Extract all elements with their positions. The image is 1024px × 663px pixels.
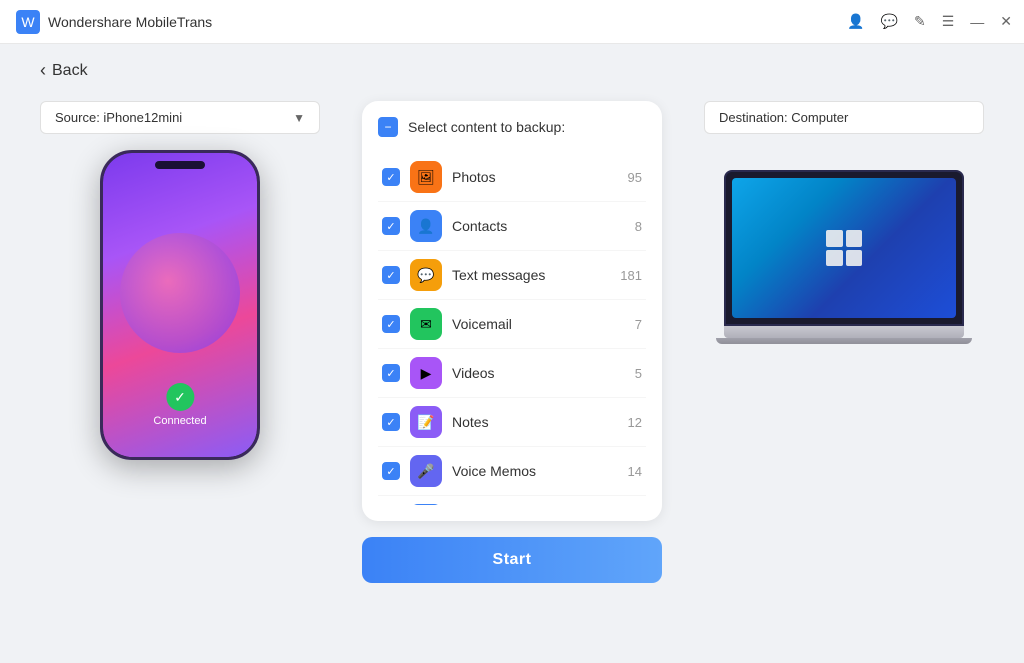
item-name: Notes	[452, 414, 618, 430]
item-icon: 🖼	[410, 161, 442, 193]
menu-icon[interactable]: ☰	[942, 13, 955, 30]
item-icon: 🎤	[410, 455, 442, 487]
item-name: Photos	[452, 169, 618, 185]
item-count: 12	[628, 415, 642, 430]
checkbox[interactable]: ✓	[382, 364, 400, 382]
connected-label: Connected	[153, 415, 206, 427]
svg-text:W: W	[21, 14, 35, 30]
item-count: 8	[635, 219, 642, 234]
item-icon: ✉	[410, 308, 442, 340]
laptop-screen	[732, 178, 956, 318]
checkbox[interactable]: ✓	[382, 217, 400, 235]
list-item[interactable]: ✓ 💬 Text messages 181	[378, 251, 646, 300]
list-item[interactable]: ✓ 👤 Contacts 8	[378, 202, 646, 251]
main-layout: Source: iPhone12mini ▼ ✓ Connected	[40, 101, 984, 638]
source-dropdown[interactable]: Source: iPhone12mini ▼	[40, 101, 320, 134]
item-name: Videos	[452, 365, 625, 381]
destination-label: Destination: Computer	[704, 101, 984, 134]
item-icon: 📝	[410, 406, 442, 438]
edit-icon[interactable]: ✎	[914, 13, 926, 30]
laptop-illustration	[724, 170, 964, 344]
checkbox[interactable]: ✓	[382, 266, 400, 284]
chat-icon[interactable]: 💬	[881, 13, 898, 30]
window-controls: 👤 💬 ✎ ☰ — ✕	[847, 13, 1012, 30]
win-quad-2	[846, 230, 863, 247]
laptop-bottom	[716, 338, 972, 344]
item-count: 95	[628, 170, 642, 185]
user-icon[interactable]: 👤	[847, 13, 864, 30]
win-quad-3	[826, 250, 843, 267]
connected-badge: ✓ Connected	[153, 383, 206, 427]
back-button[interactable]: ‹ Back	[40, 60, 984, 81]
laptop-screen-outer	[724, 170, 964, 326]
dropdown-arrow-icon: ▼	[293, 111, 305, 125]
source-label: Source: iPhone12mini	[55, 110, 182, 125]
phone-illustration: ✓ Connected	[100, 150, 260, 460]
windows-logo	[826, 230, 862, 266]
win-quad-4	[846, 250, 863, 267]
back-label: Back	[52, 62, 88, 80]
win-quad-1	[826, 230, 843, 247]
list-item[interactable]: ✓ ✉ Voicemail 7	[378, 300, 646, 349]
list-item[interactable]: 🚫Contact blacklist4	[378, 496, 646, 505]
content-card: − Select content to backup: ✓ 🖼 Photos 95 ✓ 👤…	[362, 101, 662, 521]
list-item[interactable]: ✓ ▶ Videos 5	[378, 349, 646, 398]
checkbox[interactable]: ✓	[382, 168, 400, 186]
item-icon: ▶	[410, 357, 442, 389]
close-icon[interactable]: ✕	[1000, 13, 1012, 30]
phone-wallpaper-circle	[120, 233, 240, 353]
content-list[interactable]: ✓🖼Photos95✓👤Contacts8✓💬Text messages181✓…	[378, 153, 646, 505]
checkbox[interactable]: ✓	[382, 315, 400, 333]
item-count: 14	[628, 464, 642, 479]
phone-container: ✓ Connected	[40, 150, 320, 460]
left-panel: Source: iPhone12mini ▼ ✓ Connected	[40, 101, 320, 460]
app-logo: W	[16, 10, 40, 34]
item-count: 181	[620, 268, 642, 283]
main-content: ‹ Back Source: iPhone12mini ▼ ✓ Connecte…	[0, 44, 1024, 663]
center-panel: − Select content to backup: ✓ 🖼 Photos 95 ✓ 👤…	[362, 101, 662, 583]
list-item[interactable]: ✓ 🖼 Photos 95	[378, 153, 646, 202]
app-title: Wondershare MobileTrans	[48, 14, 212, 30]
item-count: 5	[635, 366, 642, 381]
phone-notch	[155, 161, 205, 169]
checkbox[interactable]: ✓	[382, 413, 400, 431]
item-icon: 💬	[410, 259, 442, 291]
item-name: Text messages	[452, 267, 610, 283]
back-arrow-icon: ‹	[40, 60, 46, 81]
start-button[interactable]: Start	[362, 537, 662, 583]
item-name: Voicemail	[452, 316, 625, 332]
item-count: 7	[635, 317, 642, 332]
right-panel: Destination: Computer	[704, 101, 984, 344]
list-item[interactable]: ✓ 🎤 Voice Memos 14	[378, 447, 646, 496]
item-icon: 👤	[410, 210, 442, 242]
item-name: Voice Memos	[452, 463, 618, 479]
minimize-icon[interactable]: —	[970, 14, 984, 30]
item-name: Contacts	[452, 218, 625, 234]
checkbox[interactable]: ✓	[382, 462, 400, 480]
laptop-base	[724, 326, 964, 338]
connected-icon: ✓	[166, 383, 194, 411]
select-header-text: Select content to backup:	[408, 119, 565, 135]
computer-container	[704, 150, 984, 344]
list-item[interactable]: ✓ 📝 Notes 12	[378, 398, 646, 447]
select-header: − Select content to backup:	[378, 117, 646, 141]
titlebar: W Wondershare MobileTrans 👤 💬 ✎ ☰ — ✕	[0, 0, 1024, 44]
select-all-icon[interactable]: −	[378, 117, 398, 137]
item-icon: 🚫	[410, 504, 442, 505]
